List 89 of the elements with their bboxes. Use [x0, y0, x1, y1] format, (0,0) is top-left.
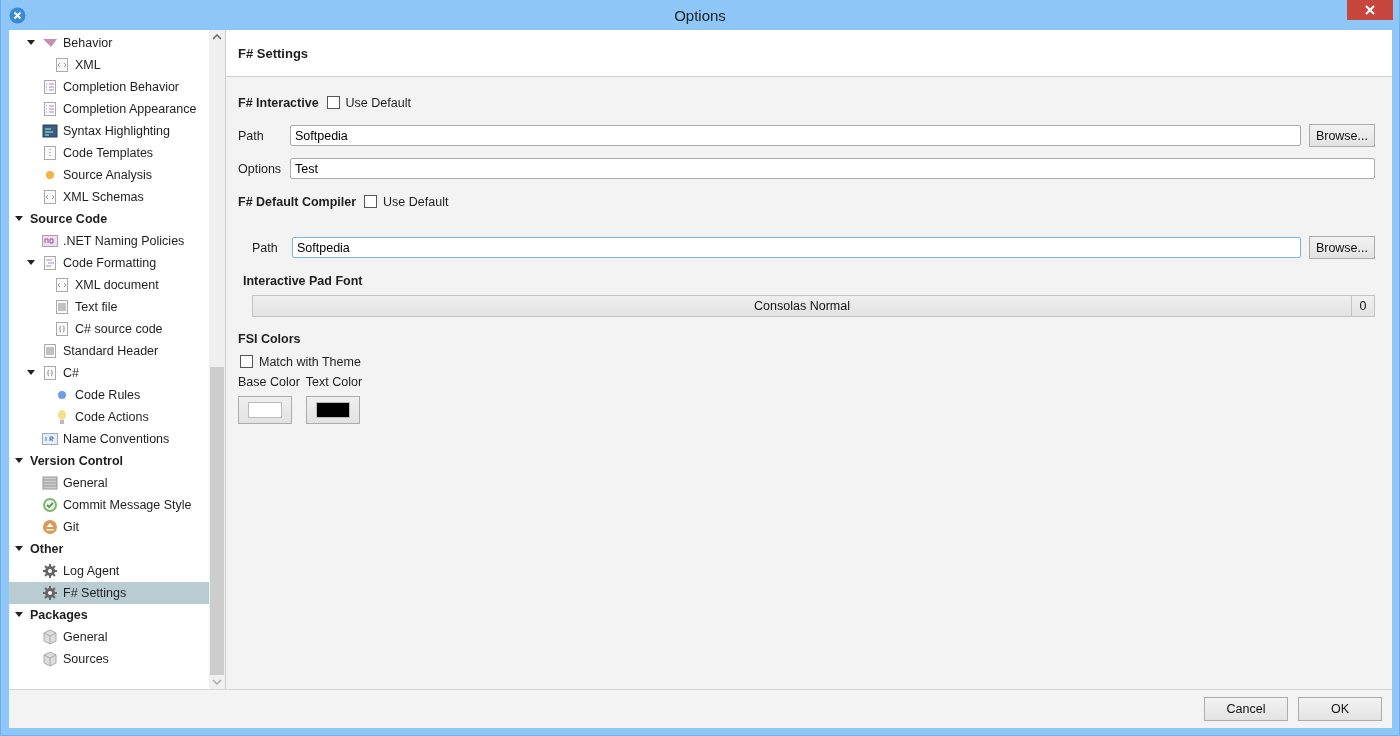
document-icon: [54, 321, 70, 337]
document-icon: [42, 79, 58, 95]
expanded-arrow-icon[interactable]: [27, 39, 35, 47]
tree-item[interactable]: Standard Header: [9, 340, 209, 362]
tree-item[interactable]: XML document: [9, 274, 209, 296]
tree-item[interactable]: Other: [9, 538, 209, 560]
tree-item[interactable]: Commit Message Style: [9, 494, 209, 516]
upload-circle-icon: [42, 519, 58, 535]
path-field[interactable]: Softpedia: [290, 125, 1301, 146]
tree-item[interactable]: XML Schemas: [9, 186, 209, 208]
app-logo-icon: [9, 7, 26, 24]
tree-item[interactable]: Log Agent: [9, 560, 209, 582]
scrollbar-thumb[interactable]: [210, 367, 224, 675]
tree-item[interactable]: Syntax Highlighting: [9, 120, 209, 142]
document-icon: [42, 343, 58, 359]
text-icon: [42, 431, 58, 447]
checkbox[interactable]: [240, 355, 253, 368]
gear-icon: [42, 563, 58, 579]
close-button[interactable]: [1347, 0, 1393, 20]
tree-item[interactable]: XML: [9, 54, 209, 76]
expanded-arrow-icon[interactable]: [15, 215, 23, 223]
field-label: Path: [238, 128, 265, 143]
gear-icon: [42, 585, 58, 601]
field-label: Path: [252, 240, 279, 255]
expanded-arrow-icon[interactable]: [27, 369, 35, 377]
checkbox-label: Use Default: [383, 194, 449, 209]
options-field[interactable]: Test: [290, 158, 1375, 179]
checkbox-label: Use Default: [345, 95, 411, 110]
document-icon: [54, 57, 70, 73]
code-window-icon: [42, 123, 58, 139]
browse-button[interactable]: Browse...: [1308, 124, 1375, 147]
tree-item[interactable]: Text file: [9, 296, 209, 318]
document-icon: [42, 189, 58, 205]
tree-item[interactable]: Code Rules: [9, 384, 209, 406]
tree-item[interactable]: Packages: [9, 604, 209, 626]
cube-icon: [42, 629, 58, 645]
expanded-arrow-icon[interactable]: [15, 545, 23, 553]
server-icon: [42, 475, 58, 491]
section-heading: FSI Colors: [238, 331, 301, 346]
document-icon: [42, 365, 58, 381]
tree-item[interactable]: Source Analysis: [9, 164, 209, 186]
tree-item[interactable]: Source Code: [9, 208, 209, 230]
tree-item[interactable]: Name Conventions: [9, 428, 209, 450]
section-heading: F# Interactive: [238, 95, 319, 110]
browse-button[interactable]: Browse...: [1308, 236, 1375, 259]
color-picker-button[interactable]: [305, 396, 360, 424]
tree-item[interactable]: C# source code: [9, 318, 209, 340]
tree-item[interactable]: Code Formatting: [9, 252, 209, 274]
font-picker-button[interactable]: Consolas Normal 0: [252, 294, 1375, 317]
tree-item[interactable]: C#: [9, 362, 209, 384]
document-icon: [54, 277, 70, 293]
text-icon: [42, 233, 58, 249]
color-label: Text Color: [305, 375, 363, 389]
tree-item[interactable]: Behavior: [9, 32, 209, 54]
tree-item[interactable]: F# Settings: [9, 582, 209, 604]
document-icon: [54, 299, 70, 315]
tree-item[interactable]: Completion Behavior: [9, 76, 209, 98]
window-title: Options: [674, 6, 726, 24]
tree-item[interactable]: .NET Naming Policies: [9, 230, 209, 252]
document-icon: [42, 255, 58, 271]
tree-item[interactable]: Sources: [9, 648, 209, 670]
cube-icon: [42, 651, 58, 667]
expanded-arrow-icon[interactable]: [15, 611, 23, 619]
document-icon: [42, 145, 58, 161]
color-picker-button[interactable]: [238, 396, 292, 424]
document-icon: [42, 101, 58, 117]
tree-item[interactable]: Code Actions: [9, 406, 209, 428]
tree-item[interactable]: Completion Appearance: [9, 98, 209, 120]
section-heading: Interactive Pad Font: [243, 273, 363, 288]
dialog-button[interactable]: OK: [1298, 697, 1382, 721]
path-field[interactable]: Softpedia: [292, 237, 1301, 258]
tree-item[interactable]: General: [9, 626, 209, 648]
tree-item[interactable]: Version Control: [9, 450, 209, 472]
close-icon: [1365, 5, 1375, 15]
tree-item[interactable]: Code Templates: [9, 142, 209, 164]
scrollbar[interactable]: [209, 30, 225, 689]
check-circle-icon: [42, 497, 58, 513]
color-label: Base Color: [238, 375, 300, 389]
section-heading: F# Default Compiler: [238, 194, 357, 209]
checkbox[interactable]: [326, 96, 340, 109]
page-title: F# Settings: [238, 45, 309, 61]
expanded-arrow-icon[interactable]: [27, 259, 35, 267]
field-label: Options: [238, 161, 282, 176]
tree-item[interactable]: General: [9, 472, 209, 494]
checkbox[interactable]: [364, 195, 378, 208]
tree-item[interactable]: Git: [9, 516, 209, 538]
dialog-button[interactable]: Cancel: [1204, 697, 1288, 721]
checkbox-label: Match with Theme: [259, 354, 361, 369]
expanded-arrow-icon[interactable]: [15, 457, 23, 465]
